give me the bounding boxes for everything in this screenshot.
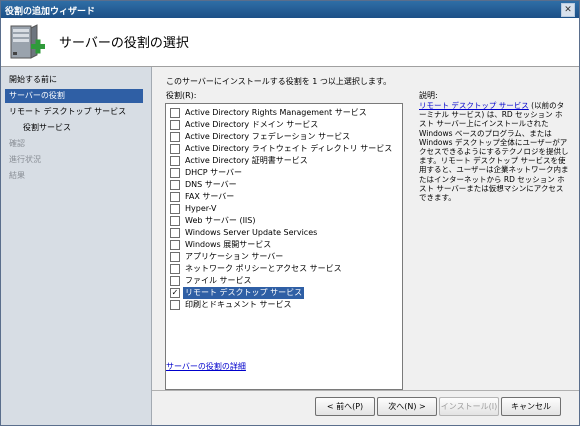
nav-step-remote-desktop-services[interactable]: リモート デスクトップ サービス xyxy=(9,105,126,119)
role-label: アプリケーション サーバー xyxy=(185,252,284,261)
role-checkbox[interactable] xyxy=(170,204,180,214)
server-add-icon xyxy=(10,24,45,59)
role-label: Windows 展開サービス xyxy=(185,240,272,249)
instruction-text: このサーバーにインストールする役割を 1 つ以上選択します。 xyxy=(166,77,392,86)
wizard-window: 役割の追加ウィザード ✕ サーバーの役割の選択 開始する前に サーバーの役割 リ… xyxy=(0,0,580,426)
footer-divider xyxy=(152,390,579,391)
role-checkbox[interactable] xyxy=(170,228,180,238)
close-icon[interactable]: ✕ xyxy=(561,3,575,17)
page-title: サーバーの役割の選択 xyxy=(59,36,189,51)
role-label: Active Directory ドメイン サービス xyxy=(185,120,319,129)
role-label: ファイル サービス xyxy=(185,276,252,285)
role-checkbox[interactable] xyxy=(170,252,180,262)
nav-step-progress: 進行状況 xyxy=(9,155,41,164)
nav-step-before-you-begin[interactable]: 開始する前に xyxy=(9,73,57,87)
role-label: Windows Server Update Services xyxy=(185,228,318,237)
role-checkbox[interactable] xyxy=(170,156,180,166)
nav-step-confirmation: 確認 xyxy=(9,139,25,148)
role-label: Active Directory 証明書サービス xyxy=(185,156,308,165)
title-bar[interactable]: 役割の追加ウィザード ✕ xyxy=(1,1,579,18)
role-label: リモート デスクトップ サービス xyxy=(183,287,305,299)
role-label: FAX サーバー xyxy=(185,192,235,201)
role-label: Web サーバー (IIS) xyxy=(185,216,256,225)
description-label: 説明: xyxy=(419,91,438,100)
role-checkbox[interactable] xyxy=(170,108,180,118)
role-label: ネットワーク ポリシーとアクセス サービス xyxy=(185,264,342,273)
role-label: DHCP サーバー xyxy=(185,168,243,177)
role-label: Active Directory Rights Management サービス xyxy=(185,108,367,117)
role-checkbox[interactable] xyxy=(170,144,180,154)
role-label: Active Directory ライトウェイト ディレクトリ サービス xyxy=(185,144,393,153)
install-button: インストール(I) xyxy=(439,397,499,416)
nav-step-role-services[interactable]: 役割サービス xyxy=(23,121,71,135)
description-role-link[interactable]: リモート デスクトップ サービス xyxy=(419,101,529,110)
role-label: 印刷とドキュメント サービス xyxy=(185,300,292,309)
role-description: リモート デスクトップ サービス (以前のターミナル サービス) は、RD セッ… xyxy=(419,101,569,202)
wizard-steps-nav: 開始する前に サーバーの役割 リモート デスクトップ サービス 役割サービス 確… xyxy=(1,67,152,425)
role-checkbox[interactable] xyxy=(170,300,180,310)
nav-step-results: 結果 xyxy=(9,171,25,180)
wizard-content: このサーバーにインストールする役割を 1 つ以上選択します。 役割(R): Ac… xyxy=(152,67,579,425)
roles-label: 役割(R): xyxy=(166,91,197,100)
role-label: Active Directory フェデレーション サービス xyxy=(185,132,351,141)
role-checkbox[interactable]: ✓ xyxy=(170,288,180,298)
wizard-header: サーバーの役割の選択 xyxy=(1,18,579,67)
next-button[interactable]: 次へ(N) > xyxy=(377,397,437,416)
nav-step-server-roles[interactable]: サーバーの役割 xyxy=(5,89,143,103)
role-label: Hyper-V xyxy=(185,204,217,213)
role-checkbox[interactable] xyxy=(170,216,180,226)
role-checkbox[interactable] xyxy=(170,168,180,178)
description-body: (以前のターミナル サービス) は、RD セッション ホスト サーバー上にインス… xyxy=(419,101,569,203)
role-checkbox[interactable] xyxy=(170,180,180,190)
role-checkbox[interactable] xyxy=(170,120,180,130)
role-label: DNS サーバー xyxy=(185,180,237,189)
more-about-roles-link[interactable]: サーバーの役割の詳細 xyxy=(166,361,246,372)
cancel-button[interactable]: キャンセル xyxy=(501,397,561,416)
back-button[interactable]: < 前へ(P) xyxy=(315,397,375,416)
role-checkbox[interactable] xyxy=(170,276,180,286)
role-checkbox[interactable] xyxy=(170,132,180,142)
window-title: 役割の追加ウィザード xyxy=(5,7,96,17)
role-checkbox[interactable] xyxy=(170,264,180,274)
roles-checkbox-list[interactable]: Active Directory Rights Management サービス A… xyxy=(165,103,403,390)
role-checkbox[interactable] xyxy=(170,192,180,202)
role-checkbox[interactable] xyxy=(170,240,180,250)
